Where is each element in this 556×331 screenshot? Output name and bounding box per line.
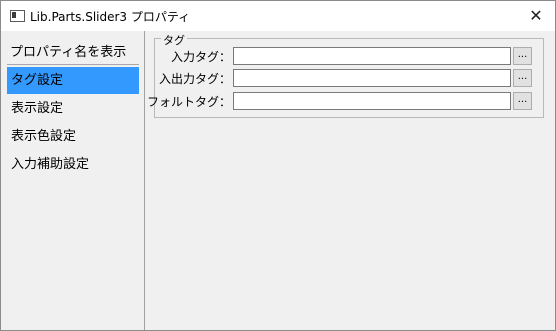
close-button[interactable]: ✕ <box>523 4 549 28</box>
show-property-names-toggle[interactable]: プロパティ名を表示 <box>10 41 126 60</box>
app-window-icon <box>10 10 25 22</box>
sidebar-item-display-settings[interactable]: 表示設定 <box>7 95 139 122</box>
sidebar-item-tag-settings[interactable]: タグ設定 <box>7 67 139 94</box>
tag-group-legend: タグ <box>161 32 187 48</box>
fault-tag-field[interactable] <box>233 92 511 110</box>
io-tag-field[interactable] <box>233 69 511 87</box>
io-tag-label: 入出力タグ： <box>158 72 231 86</box>
input-tag-browse-button[interactable]: ... <box>513 47 532 65</box>
input-tag-field[interactable] <box>233 47 511 65</box>
fault-tag-browse-button[interactable]: ... <box>513 92 532 110</box>
sidebar-divider <box>7 64 139 65</box>
sidebar-item-input-assist-settings[interactable]: 入力補助設定 <box>7 151 139 178</box>
category-sidebar: プロパティ名を表示 タグ設定 表示設定 表示色設定 入力補助設定 <box>1 31 145 330</box>
title-bar[interactable]: Lib.Parts.Slider3 プロパティ ✕ <box>1 1 555 31</box>
window-title: Lib.Parts.Slider3 プロパティ <box>30 10 191 24</box>
io-tag-browse-button[interactable]: ... <box>513 69 532 87</box>
fault-tag-label: フォルトタグ： <box>146 95 231 109</box>
sidebar-item-display-color-settings[interactable]: 表示色設定 <box>7 123 139 150</box>
input-tag-label: 入力タグ： <box>170 50 231 64</box>
